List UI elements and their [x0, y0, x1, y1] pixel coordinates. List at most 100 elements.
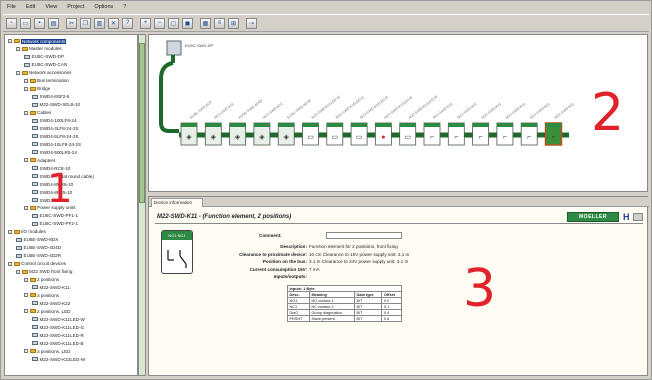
tree-item[interactable]: - Adapters: [24, 157, 55, 163]
tree-item-label: EU5C-SWD-PF2-1: [39, 221, 79, 227]
module-symbol-icon: ◈: [259, 134, 265, 141]
tab-device-information[interactable]: Device information: [151, 198, 203, 207]
info-field-value: 10 cm Clearance to 15V power supply unit…: [309, 251, 410, 257]
print-icon[interactable]: ▤: [48, 17, 59, 29]
delete-icon[interactable]: ✕: [108, 17, 119, 29]
menu-item-5[interactable]: ?: [123, 4, 126, 10]
help-icon[interactable]: H: [623, 212, 630, 222]
expand-icon[interactable]: -: [24, 158, 28, 163]
new-icon[interactable]: ▫: [6, 17, 17, 29]
brand-logo: MOELLER: [567, 212, 619, 222]
tree-icon[interactable]: ⊞: [228, 17, 239, 29]
tree-item[interactable]: - 2 positions: [24, 277, 59, 283]
menu-item-0[interactable]: File: [7, 4, 16, 10]
tree-item[interactable]: M22-SWD-K11LED-R: [32, 332, 84, 338]
tree-item[interactable]: - 3 positions, LED: [24, 348, 70, 354]
open-icon[interactable]: ▭: [20, 17, 31, 29]
expand-icon[interactable]: -: [24, 349, 28, 354]
table-cell: BIT: [354, 315, 383, 322]
print-icon[interactable]: [633, 213, 643, 221]
tree-item[interactable]: SWD4-100LF8-24: [32, 118, 77, 124]
copy-icon[interactable]: ❐: [80, 17, 91, 29]
expand-icon[interactable]: -: [24, 86, 28, 91]
device-icon: [16, 245, 22, 250]
device-icon: [24, 54, 30, 59]
tree-item[interactable]: - 2 positions, LED: [24, 308, 70, 314]
expand-icon[interactable]: -: [24, 78, 28, 83]
folder-icon: [29, 293, 36, 298]
module-header: [278, 123, 295, 127]
topology-diagram[interactable]: EU5C-SWD-DP ◈ EU5E-SWD-8DX ◈ M22-SWD-K11 ◈ EU5…: [149, 35, 649, 193]
list-icon[interactable]: ≡: [214, 17, 225, 29]
expand-icon[interactable]: -: [24, 205, 28, 210]
expand-icon[interactable]: -: [24, 309, 28, 314]
grid-icon[interactable]: ▦: [200, 17, 211, 29]
expand-icon[interactable]: -: [8, 261, 12, 266]
menu-item-2[interactable]: View: [45, 4, 57, 10]
comment-input[interactable]: [326, 232, 402, 239]
info-field-label: Inputs/outputs:: [273, 274, 307, 280]
tree-item[interactable]: EU5E-SWD-4D4D: [16, 245, 61, 251]
tree-scrollbar-thumb[interactable]: [139, 43, 145, 203]
save-icon[interactable]: ▪: [34, 17, 45, 29]
tree-item[interactable]: M22-SWD-K11: [32, 284, 70, 290]
tree-item[interactable]: - Network components: [8, 38, 67, 44]
expand-icon[interactable]: -: [16, 46, 20, 51]
tree-item-label: M22-SWD-SEL8-10: [39, 102, 81, 108]
tree-item[interactable]: EU5C-SWD-PF1-1: [32, 213, 78, 219]
menu-item-1[interactable]: Edit: [26, 4, 35, 10]
tree-item[interactable]: M22-SWD-K11LED-B: [32, 340, 84, 346]
menu-item-4[interactable]: Options: [94, 4, 113, 10]
help-icon[interactable]: ?: [122, 17, 133, 29]
expand-icon[interactable]: -: [16, 70, 20, 75]
expand-icon[interactable]: -: [24, 293, 28, 298]
device-icon: [32, 198, 38, 202]
tree-item[interactable]: EU5C-SWD-CAN: [24, 62, 67, 68]
tree-item[interactable]: SWD4-8SF2-5: [32, 94, 69, 100]
tree-item[interactable]: EU5E-SWD-8DX: [16, 237, 58, 243]
expand-icon[interactable]: -: [8, 39, 12, 43]
tree-item[interactable]: - M22 SWD front fixing: [16, 269, 72, 275]
tree-item[interactable]: M22-SWD-SEL8-10: [32, 102, 80, 108]
tree-item[interactable]: M22-SWD-K11LED-G: [32, 324, 84, 330]
tree-item[interactable]: EU5C-SWD-DP: [24, 54, 64, 60]
tree-item[interactable]: SWD4-5LF8-24-2S: [32, 133, 79, 139]
expand-icon[interactable]: -: [16, 269, 20, 274]
expand-icon[interactable]: -: [24, 277, 28, 282]
menu-item-3[interactable]: Project: [67, 4, 84, 10]
tree-item[interactable]: - I/O modules: [8, 229, 46, 235]
tree-item[interactable]: SWD4-3LF8-24-2S: [32, 125, 79, 131]
cut-icon[interactable]: ✂: [66, 17, 77, 29]
bus-device[interactable]: ⌐ M22-SWD-K11: [544, 102, 575, 146]
tree-item[interactable]: M22-SWD-K11LED-W: [32, 316, 85, 322]
tree-item[interactable]: - Control circuit devices: [8, 261, 66, 267]
tree-item[interactable]: - Bus termination: [24, 78, 69, 84]
tree-scrollbar[interactable]: [138, 34, 146, 376]
zoom-100-icon[interactable]: ◼: [182, 17, 193, 29]
tree-item[interactable]: M22-SWD-K22: [32, 300, 70, 306]
callout-3: 3: [463, 259, 497, 319]
tree-item[interactable]: - 3 positions: [24, 292, 59, 298]
expand-icon[interactable]: -: [8, 229, 12, 234]
expand-icon[interactable]: -: [24, 110, 28, 115]
tree-item[interactable]: - Cables: [24, 110, 51, 116]
module-header: [496, 123, 513, 127]
paste-icon[interactable]: ▥: [94, 17, 105, 29]
connect-icon[interactable]: ⇢: [246, 17, 257, 29]
tree-item[interactable]: SWD4-10LF8-24-2S: [32, 141, 81, 147]
device-card-header: NO1 NC1: [162, 231, 192, 240]
module-header: [302, 123, 319, 127]
tree-item[interactable]: EU5E-SWD-4D2R: [16, 253, 61, 259]
topology-canvas[interactable]: EU5C-SWD-DP ◈ EU5E-SWD-8DX ◈ M22-SWD-K11 ◈ EU5…: [148, 34, 648, 192]
zoom-out-icon[interactable]: −: [154, 17, 165, 29]
tree-item[interactable]: - Network accessories: [16, 70, 71, 76]
tree-item-label: M22-SWD-K11LED-G: [39, 324, 85, 330]
tree-item[interactable]: - Master modules: [16, 46, 62, 52]
tree-item[interactable]: - Bridge: [24, 86, 50, 92]
zoom-in-icon[interactable]: +: [140, 17, 151, 29]
zoom-fit-icon[interactable]: ◻: [168, 17, 179, 29]
tree-item[interactable]: SWD4-500LR5-24: [32, 149, 77, 155]
tree-item-label: EU5E-SWD-4D4D: [23, 245, 62, 251]
tree-item[interactable]: M22-SWD-K22LED-W: [32, 356, 85, 362]
tree-item[interactable]: EU5C-SWD-PF2-1: [32, 221, 78, 227]
